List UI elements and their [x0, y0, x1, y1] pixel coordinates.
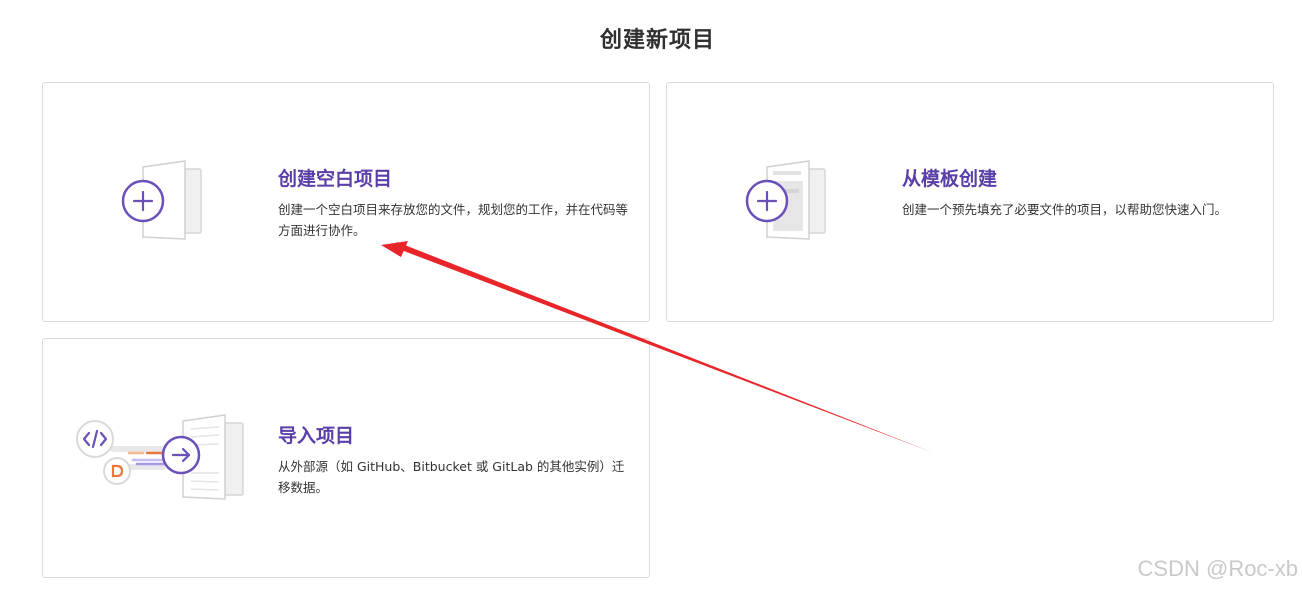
card-title: 从模板创建	[902, 168, 998, 190]
import-project-card[interactable]: 导入项目 从外部源（如 GitHub、Bitbucket 或 GitLab 的其…	[42, 338, 650, 578]
blank-project-illustration	[121, 160, 202, 240]
plus-circle-icon	[745, 179, 789, 223]
card-description: 创建一个空白项目来存放您的文件，规划您的工作，并在代码等方面进行协作。	[278, 202, 629, 238]
page-title: 创建新项目	[599, 28, 715, 53]
card-text: 创建空白项目 创建一个空白项目来存放您的文件，规划您的工作，并在代码等方面进行协…	[278, 167, 634, 241]
gitlab-source-icon	[103, 457, 131, 485]
arrow-right-circle-icon	[161, 435, 201, 475]
create-blank-project-card[interactable]: 创建空白项目 创建一个空白项目来存放您的文件，规划您的工作，并在代码等方面进行协…	[42, 82, 650, 322]
card-description: 创建一个预先填充了必要文件的项目，以帮助您快速入门。	[902, 202, 1228, 217]
card-text: 从模板创建 创建一个预先填充了必要文件的项目，以帮助您快速入门。	[902, 167, 1258, 220]
card-title: 创建空白项目	[278, 168, 393, 190]
card-description: 从外部源（如 GitHub、Bitbucket 或 GitLab 的其他实例）迁…	[278, 459, 625, 495]
watermark: CSDN @Roc-xb	[1137, 556, 1298, 581]
code-source-icon	[76, 420, 114, 458]
new-project-page: 创建新项目 创建空白项目 创建一个空白项目来存放您的文件，规划您的工作，并在代码…	[0, 0, 1302, 591]
card-text: 导入项目 从外部源（如 GitHub、Bitbucket 或 GitLab 的其…	[278, 424, 634, 498]
plus-circle-icon	[121, 179, 165, 223]
import-project-illustration	[76, 414, 244, 500]
card-title: 导入项目	[278, 425, 355, 447]
template-illustration	[745, 160, 826, 240]
create-from-template-card[interactable]: 从模板创建 创建一个预先填充了必要文件的项目，以帮助您快速入门。	[666, 82, 1274, 322]
